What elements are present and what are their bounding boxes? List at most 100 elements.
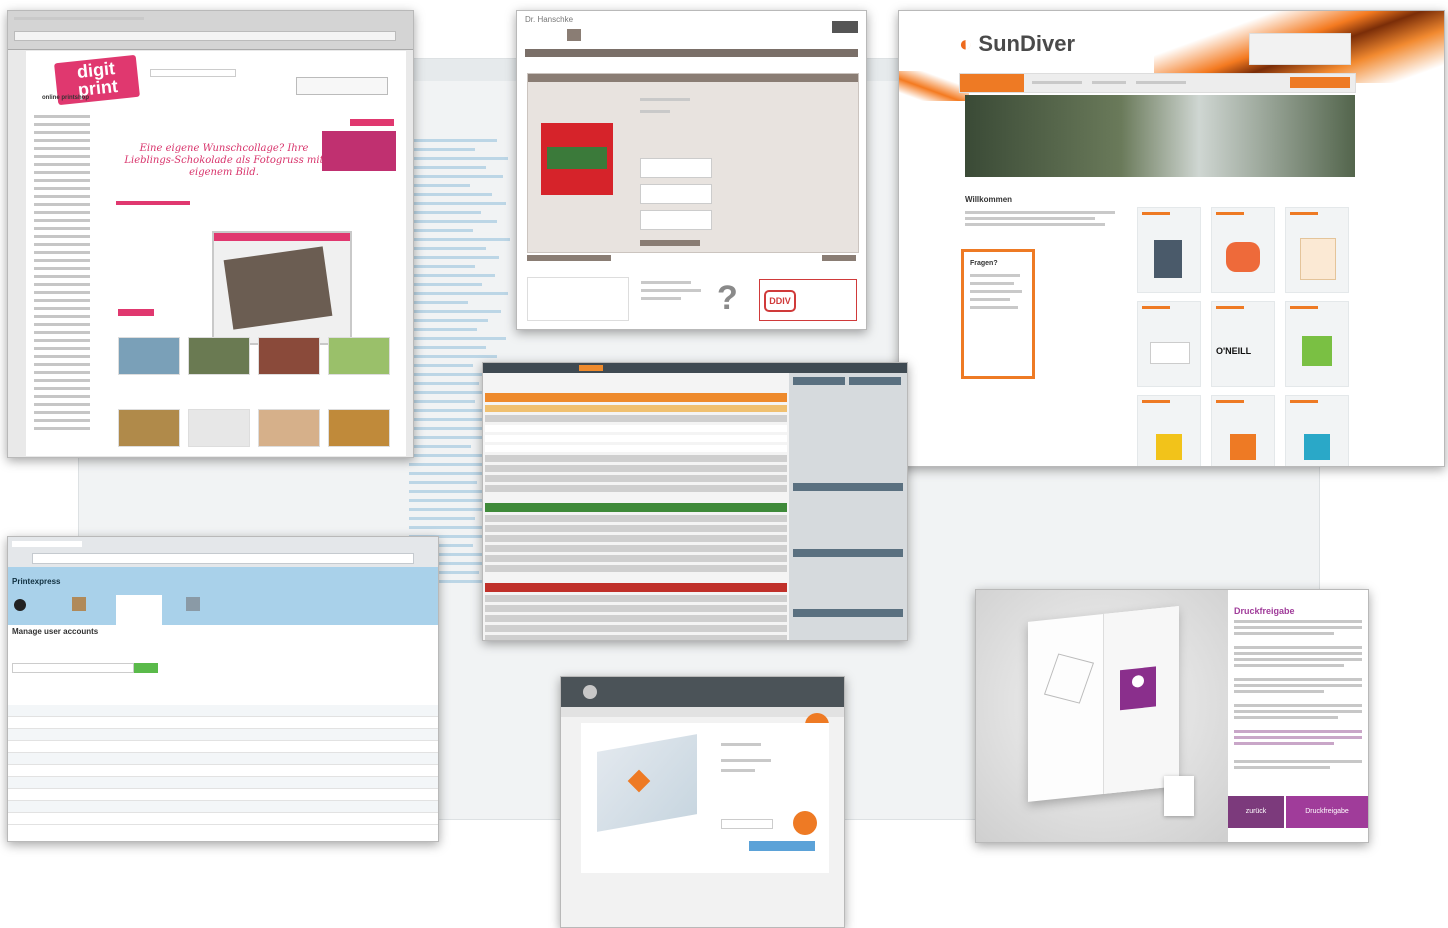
print-release-button[interactable]: Druckfreigabe xyxy=(1286,796,1368,828)
table-row[interactable] xyxy=(485,565,787,572)
table-row[interactable] xyxy=(485,475,787,482)
tab-active[interactable] xyxy=(116,595,162,625)
table-row[interactable] xyxy=(8,717,438,729)
product-tile[interactable] xyxy=(1285,395,1349,466)
table-row[interactable] xyxy=(485,525,787,532)
product-tile[interactable] xyxy=(1137,395,1201,466)
add-to-cart-button[interactable] xyxy=(749,841,815,851)
browser-chrome xyxy=(8,11,413,50)
table-row[interactable] xyxy=(8,777,438,789)
table-row[interactable] xyxy=(485,415,787,422)
product-tile[interactable] xyxy=(1211,395,1275,466)
configurator-subnav[interactable] xyxy=(561,707,844,717)
product-thumb[interactable] xyxy=(118,337,180,375)
hanschke-badge xyxy=(832,21,858,33)
small-card xyxy=(1164,776,1194,816)
quantity-field[interactable] xyxy=(721,819,773,829)
folded-card-preview xyxy=(1028,606,1179,802)
product-thumb[interactable] xyxy=(118,409,180,447)
ddiv-badge: DDIV xyxy=(759,279,857,321)
sundiver-nav[interactable] xyxy=(959,73,1356,93)
page-heading: Manage user accounts xyxy=(12,627,99,636)
table-row[interactable] xyxy=(485,445,787,452)
promo-popup[interactable] xyxy=(212,231,352,345)
option-field[interactable] xyxy=(640,184,712,204)
orders-main xyxy=(483,373,789,640)
table-row[interactable] xyxy=(8,789,438,801)
tab-icon[interactable] xyxy=(72,597,86,611)
sundiver-logo-text: SunDiver xyxy=(978,31,1076,56)
druckfreigabe-title: Druckfreigabe xyxy=(1234,606,1295,616)
table-row[interactable] xyxy=(485,485,787,492)
sundiver-screenshot: ◐ SunDiver Willkommen Fragen? O'NEILL xyxy=(898,10,1445,467)
product-tile[interactable] xyxy=(1137,207,1201,293)
nav-item-active[interactable] xyxy=(960,74,1024,92)
option-field[interactable] xyxy=(640,210,712,230)
product-tile[interactable]: O'NEILL xyxy=(1211,301,1275,387)
table-row[interactable] xyxy=(8,813,438,825)
table-row[interactable] xyxy=(485,405,787,412)
table-row[interactable] xyxy=(485,545,787,552)
back-button[interactable]: zurück xyxy=(1228,796,1284,828)
pink-button-2[interactable] xyxy=(118,309,154,316)
pink-button[interactable] xyxy=(350,119,394,126)
product-thumb[interactable] xyxy=(328,409,390,447)
table-row[interactable] xyxy=(485,555,787,562)
table-row[interactable] xyxy=(485,515,787,522)
digitprint-page: digit print online printshop Eine eigene… xyxy=(26,51,406,456)
cart-box[interactable] xyxy=(296,77,388,95)
printexpress-header xyxy=(8,567,438,625)
digitprint-tagline: online printshop xyxy=(42,95,89,101)
table-row[interactable] xyxy=(8,705,438,717)
search-button[interactable] xyxy=(1290,77,1350,88)
questions-box[interactable]: Fragen? xyxy=(961,249,1035,379)
table-row[interactable] xyxy=(8,741,438,753)
product-thumb[interactable] xyxy=(258,409,320,447)
table-row[interactable] xyxy=(485,605,787,612)
order-button[interactable] xyxy=(640,240,700,246)
product-tile[interactable] xyxy=(1211,207,1275,293)
home-icon[interactable] xyxy=(14,599,26,611)
table-row[interactable] xyxy=(485,595,787,602)
badge-icon xyxy=(793,811,817,835)
hanschke-screenshot: Dr. Hanschke ? DDIV xyxy=(516,10,867,330)
product-tile[interactable] xyxy=(1137,301,1201,387)
avatar[interactable] xyxy=(583,685,597,699)
product-tile[interactable] xyxy=(1285,301,1349,387)
table-row[interactable] xyxy=(485,465,787,472)
product-thumb[interactable] xyxy=(328,337,390,375)
hanschke-header: Dr. Hanschke xyxy=(517,11,866,45)
option-field[interactable] xyxy=(640,158,712,178)
table-row[interactable] xyxy=(485,425,787,432)
product-thumb[interactable] xyxy=(258,337,320,375)
table-row[interactable] xyxy=(485,435,787,442)
search-input[interactable] xyxy=(150,69,236,77)
back-button[interactable] xyxy=(527,255,611,261)
product-thumb[interactable] xyxy=(188,409,250,447)
search-button[interactable] xyxy=(134,663,158,673)
table-row[interactable] xyxy=(8,729,438,741)
product-tile[interactable] xyxy=(1285,207,1349,293)
table-row[interactable] xyxy=(8,801,438,813)
section-header-error[interactable] xyxy=(485,583,787,592)
search-input[interactable] xyxy=(12,663,134,673)
hanschke-nav[interactable] xyxy=(525,49,858,57)
table-row[interactable] xyxy=(485,615,787,622)
table-row[interactable] xyxy=(8,753,438,765)
login-box[interactable] xyxy=(1249,33,1351,65)
sundiver-logo[interactable]: ◐ SunDiver xyxy=(959,31,1075,57)
next-button[interactable] xyxy=(822,255,856,261)
table-row[interactable] xyxy=(485,625,787,632)
table-row[interactable] xyxy=(8,765,438,777)
configurator-screenshot xyxy=(560,676,845,928)
tab-icon[interactable] xyxy=(186,597,200,611)
admin-topbar[interactable] xyxy=(483,363,907,373)
table-row[interactable] xyxy=(485,455,787,462)
section-header-open[interactable] xyxy=(485,393,787,402)
section-header-done[interactable] xyxy=(485,503,787,512)
table-row[interactable] xyxy=(485,535,787,542)
tab-active[interactable] xyxy=(579,365,603,371)
table-row[interactable] xyxy=(485,635,787,640)
printexpress-screenshot: Printexpress Manage user accounts xyxy=(7,536,439,842)
product-thumb[interactable] xyxy=(188,337,250,375)
